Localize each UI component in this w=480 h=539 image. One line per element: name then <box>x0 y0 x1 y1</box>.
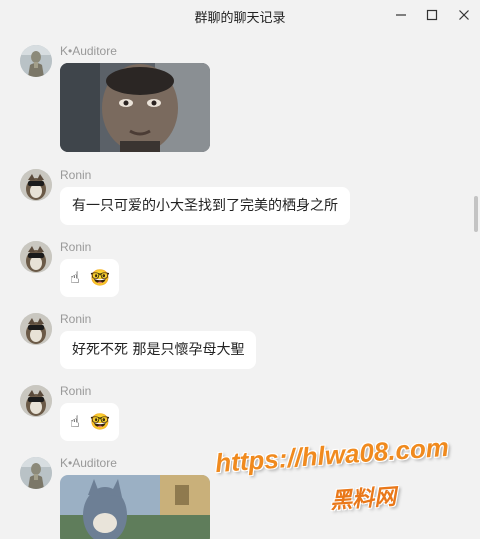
emoji-message[interactable]: ☝ 🤓 <box>60 259 119 297</box>
sender-name: Ronin <box>60 312 92 326</box>
sender-name: Ronin <box>60 240 92 254</box>
dog-avatar[interactable] <box>20 385 52 417</box>
sender-name: Ronin <box>60 384 92 398</box>
emoji-message[interactable]: ☝ 🤓 <box>60 403 119 441</box>
sender-name: K•Auditore <box>60 456 117 470</box>
pointing-up-emoji: ☝ <box>70 412 80 431</box>
watermark-name: 黑料网 <box>329 483 397 514</box>
dog-avatar[interactable] <box>20 169 52 201</box>
scrollbar-thumb[interactable] <box>474 196 478 232</box>
message-bubble[interactable]: 有一只可爱的小大圣找到了完美的栖身之所 <box>60 187 350 225</box>
message-bubble[interactable]: 好死不死 那是只懷孕母大聖 <box>60 331 257 369</box>
pointing-up-emoji: ☝ <box>70 268 80 287</box>
nerd-face-emoji: 🤓 <box>90 412 110 431</box>
dog-avatar[interactable] <box>20 313 52 345</box>
minimize-icon[interactable] <box>392 6 410 24</box>
image-message[interactable] <box>60 63 210 152</box>
statue-avatar[interactable] <box>20 457 52 489</box>
title-bar: 群聊的聊天记录 <box>0 0 480 30</box>
close-icon[interactable] <box>455 6 473 24</box>
maximize-icon[interactable] <box>423 6 441 24</box>
image-message[interactable] <box>60 475 210 539</box>
sender-name: Ronin <box>60 168 92 182</box>
sender-name: K•Auditore <box>60 44 117 58</box>
dog-avatar[interactable] <box>20 241 52 273</box>
nerd-face-emoji: 🤓 <box>90 268 110 287</box>
statue-avatar[interactable] <box>20 45 52 77</box>
